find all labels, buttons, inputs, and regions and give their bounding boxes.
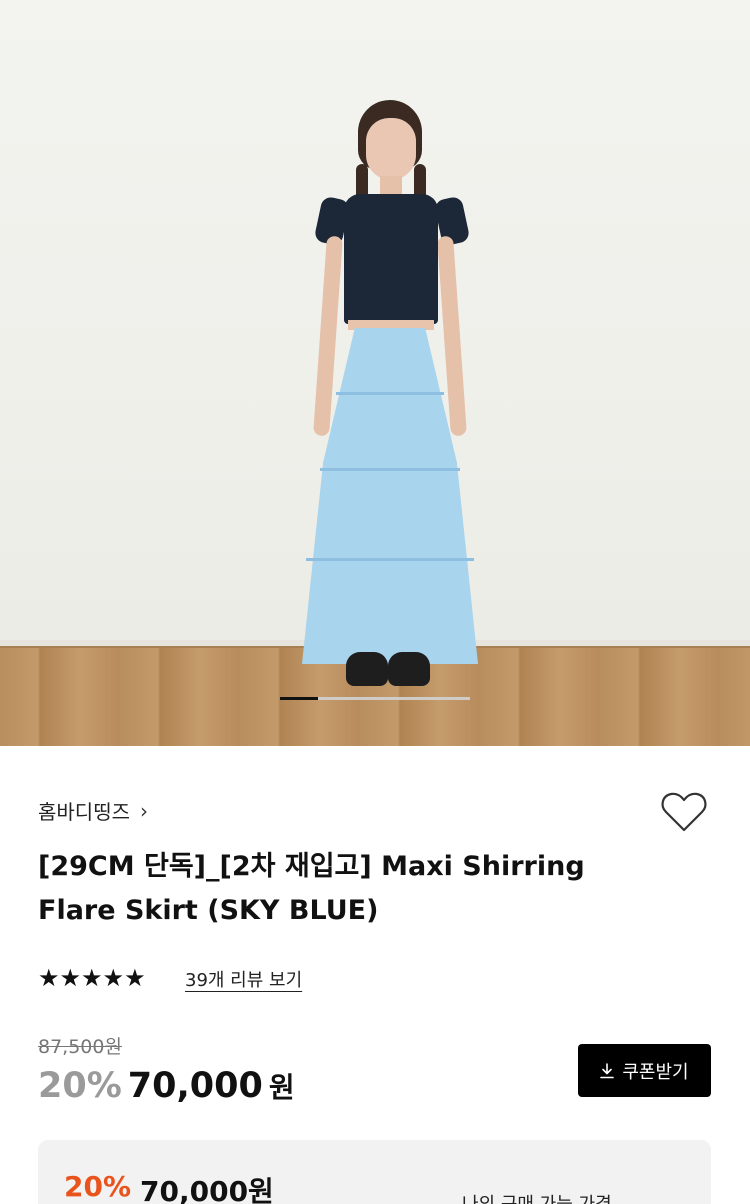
- sale-price-unit: 원: [268, 1071, 295, 1104]
- brand-name: 홈바디띵즈: [38, 800, 130, 824]
- sale-price: 70,000: [127, 1066, 263, 1106]
- discount-rate: 20%: [38, 1066, 122, 1106]
- sale-price-row: 20% 70,000 원: [38, 1066, 295, 1106]
- my-price-label: 나의 구매 가능 가격: [462, 1190, 612, 1204]
- coupon-button[interactable]: 쿠폰받기: [578, 1044, 711, 1097]
- original-price: 87,500원: [38, 1036, 122, 1058]
- image-slider-progress: [280, 697, 470, 700]
- my-price: 70,000원: [140, 1175, 274, 1204]
- product-title: [29CM 단독]_[2차 재입고] Maxi Shirring Flare S…: [38, 851, 585, 926]
- chevron-right-icon: ›: [140, 798, 148, 823]
- download-icon: [600, 1062, 615, 1078]
- brand-link[interactable]: 홈바디띵즈 ›: [38, 796, 148, 825]
- my-discount-rate: 20%: [64, 1170, 132, 1203]
- my-price-box[interactable]: 20% 70,000원 나의 구매 가능 가격: [38, 1140, 711, 1204]
- heart-icon[interactable]: [660, 790, 708, 834]
- rating-stars: ★★★★★: [38, 964, 146, 992]
- product-image[interactable]: [0, 0, 750, 746]
- review-link[interactable]: 39개 리뷰 보기: [185, 966, 302, 992]
- model-figure: [290, 96, 490, 696]
- coupon-button-label: 쿠폰받기: [622, 1061, 689, 1083]
- image-slider-progress-fill: [280, 697, 318, 700]
